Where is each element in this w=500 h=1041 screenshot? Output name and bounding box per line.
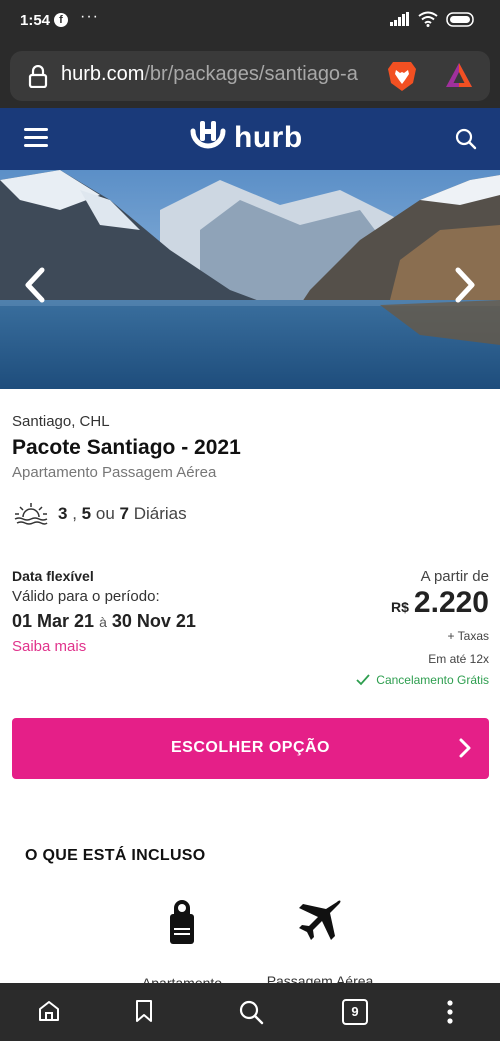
taxes-label: + Taxas xyxy=(447,629,489,643)
url-host: hurb.com xyxy=(61,63,145,85)
nights-text: 3 , 5 ou 7 Diárias xyxy=(58,504,187,524)
wifi-icon xyxy=(418,11,438,27)
date-end: 30 Nov 21 xyxy=(111,611,196,631)
price-currency: R$ xyxy=(391,599,409,615)
battery-icon xyxy=(446,11,474,27)
nights-options: 3 , 5 ou 7 Diárias xyxy=(14,502,187,526)
nights-sep-1: , xyxy=(72,504,77,523)
nights-sep-2: ou xyxy=(95,504,115,523)
free-cancellation: Cancelamento Grátis xyxy=(356,673,489,687)
date-start: 01 Mar 21 xyxy=(12,611,95,631)
status-time: 1:54 xyxy=(20,12,51,29)
search-nav-icon[interactable] xyxy=(238,999,264,1025)
sunset-icon xyxy=(14,503,48,525)
flexible-date-label: Data flexível xyxy=(12,568,94,584)
brave-rewards-icon[interactable] xyxy=(445,61,473,89)
search-icon[interactable] xyxy=(454,127,478,151)
included-apartment: Apartamento xyxy=(130,898,234,991)
validity-dates: 01 Mar 21 à 30 Nov 21 xyxy=(12,611,196,632)
nights-label: Diárias xyxy=(133,504,187,523)
brave-shields-icon[interactable] xyxy=(387,60,417,93)
nights-3: 3 xyxy=(58,504,68,523)
cancellation-label: Cancelamento Grátis xyxy=(376,673,489,687)
logo-text: hurb xyxy=(234,121,303,154)
door-hanger-icon xyxy=(170,900,194,944)
hurb-logo[interactable]: hurb xyxy=(188,119,303,157)
signal-icon xyxy=(390,12,409,26)
included-flight: Passagem Aérea xyxy=(257,898,383,989)
tabs-button[interactable]: 9 xyxy=(342,999,368,1025)
overflow-menu-icon[interactable] xyxy=(446,999,454,1025)
choose-option-label: ESCOLHER OPÇÃO xyxy=(170,739,330,756)
package-subtitle: Apartamento Passagem Aérea xyxy=(12,464,217,481)
price-from-label: A partir de xyxy=(420,568,489,585)
price-value: 2.220 xyxy=(413,586,489,619)
site-header: hurb xyxy=(0,108,500,170)
bookmark-icon[interactable] xyxy=(134,999,154,1023)
landscape-image xyxy=(0,170,500,389)
browser-toolbar: hurb.com/br/packages/santiago-a xyxy=(0,42,500,108)
home-icon[interactable] xyxy=(37,999,61,1023)
system-icons xyxy=(390,11,476,27)
installments-label: Em até 12x xyxy=(428,652,489,666)
nights-5: 5 xyxy=(81,504,92,523)
carousel-next-icon[interactable] xyxy=(452,267,478,303)
location: Santiago, CHL xyxy=(12,413,110,430)
carousel-prev-icon[interactable] xyxy=(22,267,48,303)
status-bar: 1:54 f ··· xyxy=(0,0,500,42)
facebook-icon: f xyxy=(54,13,68,27)
url-text[interactable]: hurb.com/br/packages/santiago-a xyxy=(61,63,383,86)
hurb-logo-icon xyxy=(190,121,226,149)
hero-image[interactable] xyxy=(0,170,500,389)
price: R$ 2.220 xyxy=(391,586,489,620)
learn-more-link[interactable]: Saiba mais xyxy=(12,638,86,655)
hamburger-menu-icon[interactable] xyxy=(24,128,48,148)
airplane-icon xyxy=(299,900,341,940)
more-notifications-icon: ··· xyxy=(80,8,99,25)
nights-7: 7 xyxy=(119,504,129,523)
address-bar[interactable]: hurb.com/br/packages/santiago-a xyxy=(10,51,490,101)
included-title: O QUE ESTÁ INCLUSO xyxy=(25,847,206,864)
check-icon xyxy=(356,674,370,686)
date-separator: à xyxy=(99,614,107,630)
chevron-right-icon xyxy=(459,738,471,758)
validity-label: Válido para o período: xyxy=(12,588,160,605)
lock-icon xyxy=(28,65,48,88)
url-path: /br/packages/santiago-a xyxy=(144,63,358,85)
browser-bottom-nav: 9 xyxy=(0,983,500,1041)
choose-option-button[interactable]: ESCOLHER OPÇÃO xyxy=(12,718,489,779)
package-title: Pacote Santiago - 2021 xyxy=(12,436,241,459)
